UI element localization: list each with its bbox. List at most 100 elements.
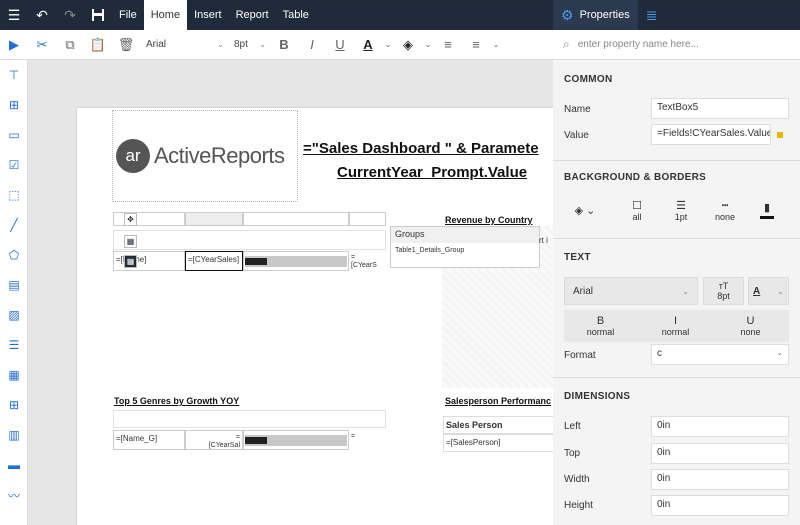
divider [553, 160, 800, 161]
background-color-button[interactable]: ◈ ⌄ [563, 196, 607, 226]
move-handle-icon[interactable]: ✥ [124, 213, 137, 226]
table-header-cell[interactable] [243, 212, 349, 226]
redo-icon[interactable]: ↷ [56, 0, 84, 30]
name-field[interactable]: TextBox5 [651, 98, 789, 119]
table-cell-cyear-g[interactable]: = [CYearSal [185, 430, 243, 450]
top5-genres-title[interactable]: Top 5 Genres by Growth YOY [114, 396, 239, 406]
title-expression-line1[interactable]: ="Sales Dashboard " & Paramete [303, 140, 539, 157]
table-cell-eq[interactable]: = [CYearS [349, 251, 386, 271]
textbox-tool-icon[interactable]: ▭ [0, 120, 28, 150]
chevron-down-icon: ⌄ [259, 40, 266, 49]
align-left-icon[interactable]: ≡ [434, 30, 462, 60]
bullet-bar-value [245, 437, 267, 444]
font-size-select[interactable]: 8pt ⌄ [230, 34, 270, 56]
preview-icon[interactable]: ▶ [0, 30, 28, 60]
menu-insert[interactable]: Insert [187, 0, 229, 30]
font-weight-button[interactable]: Bnormal [568, 312, 633, 340]
chevron-down-icon: ⌄ [217, 40, 224, 49]
groups-popup[interactable]: Groups Table1_Details_Group [390, 226, 540, 268]
border-color-button[interactable]: ▮ [745, 196, 789, 226]
top-field[interactable]: 0in [651, 443, 789, 464]
chevron-down-icon[interactable]: ⌄ [490, 30, 502, 60]
logo-badge: ar [116, 139, 150, 173]
richtext-tool-icon[interactable]: ▤ [0, 270, 28, 300]
align-center-icon[interactable]: ≡ [462, 30, 490, 60]
tablix-tool-icon[interactable]: ⊞ [0, 390, 28, 420]
line-tool-icon[interactable]: ╱ [0, 210, 28, 240]
table-header-sales-person[interactable]: Sales Person [443, 416, 553, 434]
text-size-select[interactable]: ᴛT 8pt [703, 277, 744, 305]
checkbox-tool-icon[interactable]: ☑ [0, 150, 28, 180]
text-font-select[interactable]: Arial ⌄ [564, 277, 698, 305]
table-handle-icon[interactable]: ▦ [124, 235, 137, 248]
bold-icon[interactable]: B [270, 30, 298, 60]
cut-icon[interactable]: ✂ [28, 30, 56, 60]
image-tool-icon[interactable]: ▨ [0, 300, 28, 330]
table-cell-cyearsales-selected[interactable]: =[CYearSales] [185, 251, 243, 271]
table-cell-name-g[interactable]: =[Name_G] [113, 430, 185, 450]
tab-properties[interactable]: ⚙ Properties [553, 0, 638, 30]
table-tool-icon[interactable]: ▦ [0, 360, 28, 390]
ribbon-toolbar: ▶ ✂ ⧉ 📋 🗑 Arial ⌄ 8pt ⌄ B I U A ⌄ ◈ ⌄ ≡ ≡ … [0, 30, 553, 60]
property-search[interactable]: ⌕ enter property name here... [553, 30, 800, 60]
hierarchy-icon[interactable]: ⊤ [0, 60, 28, 90]
table-cell-sales-person[interactable]: =[SalesPerson] [443, 434, 553, 452]
text-color-select[interactable]: A ⌄ [748, 277, 789, 305]
value-label: Value [564, 130, 589, 141]
chevron-down-icon[interactable]: ⌄ [422, 30, 434, 60]
left-field[interactable]: 0in [651, 416, 789, 437]
font-style-button[interactable]: Inormal [643, 312, 708, 340]
table-row[interactable] [113, 410, 386, 428]
format-select[interactable]: c ⌄ [651, 344, 789, 365]
save-icon[interactable] [84, 0, 112, 30]
bullet-bar-value [245, 258, 267, 265]
design-canvas[interactable]: ar ActiveReports ="Sales Dashboard " & P… [29, 60, 553, 525]
copy-icon[interactable]: ⧉ [56, 30, 84, 60]
paste-icon[interactable]: 📋 [84, 30, 112, 60]
fill-color-icon[interactable]: ◈ [394, 30, 422, 60]
list-tool-icon[interactable]: ☰ [0, 330, 28, 360]
menu-file[interactable]: File [112, 0, 144, 30]
table-header-cell[interactable] [349, 212, 386, 226]
chevron-down-icon[interactable]: ⌄ [382, 30, 394, 60]
shape-tool-icon[interactable]: ⬠ [0, 240, 28, 270]
table-cell-eq[interactable]: = [349, 430, 386, 450]
value-field[interactable]: =Fields!CYearSales.Value [651, 124, 771, 145]
title-expression-line2[interactable]: CurrentYear_Prompt.Value [337, 164, 527, 181]
chart-tool-icon[interactable]: ▥ [0, 420, 28, 450]
menu-home[interactable]: Home [143, 0, 188, 30]
expression-text: [CYearS [351, 262, 377, 269]
menu-report[interactable]: Report [229, 0, 276, 30]
border-style-button[interactable]: ┅ none [703, 196, 747, 226]
height-label: Height [564, 500, 593, 511]
table-row[interactable] [113, 230, 386, 250]
expression-marker-icon[interactable] [777, 132, 783, 138]
underline-icon[interactable]: U [326, 30, 354, 60]
table-header-cell[interactable] [185, 212, 243, 226]
undo-icon[interactable]: ↶ [28, 0, 56, 30]
border-width-button[interactable]: ☰ 1pt [659, 196, 703, 226]
italic-icon[interactable]: I [298, 30, 326, 60]
expression-prefix: = [235, 434, 240, 441]
width-field[interactable]: 0in [651, 469, 789, 490]
sparkline-tool-icon[interactable]: 〰 [0, 480, 28, 510]
height-field[interactable]: 0in [651, 495, 789, 516]
groups-item[interactable]: Table1_Details_Group [391, 243, 539, 258]
table-selected-handle-icon[interactable]: ▦ [124, 255, 137, 268]
group-explorer-icon[interactable]: ⊞ [0, 90, 28, 120]
revenue-by-country-title[interactable]: Revenue by Country [445, 215, 533, 225]
hamburger-menu-icon[interactable]: ☰ [0, 0, 28, 30]
peek-text: rt i [539, 236, 548, 245]
border-sides-button[interactable]: ☐ all [615, 196, 659, 226]
border-style-icon: ┅ [721, 199, 729, 212]
salesperson-performance-title[interactable]: Salesperson Performanc [445, 396, 551, 406]
menu-table[interactable]: Table [276, 0, 316, 30]
report-page[interactable]: ar ActiveReports ="Sales Dashboard " & P… [77, 108, 553, 525]
font-family-select[interactable]: Arial ⌄ [140, 34, 230, 56]
container-tool-icon[interactable]: ⬚ [0, 180, 28, 210]
font-color-icon[interactable]: A [354, 30, 382, 60]
text-decoration-button[interactable]: Unone [718, 312, 783, 340]
delete-icon[interactable]: 🗑 [112, 30, 140, 60]
bullet-tool-icon[interactable]: ▬ [0, 450, 28, 480]
tab-data[interactable]: ≣ [638, 0, 672, 30]
